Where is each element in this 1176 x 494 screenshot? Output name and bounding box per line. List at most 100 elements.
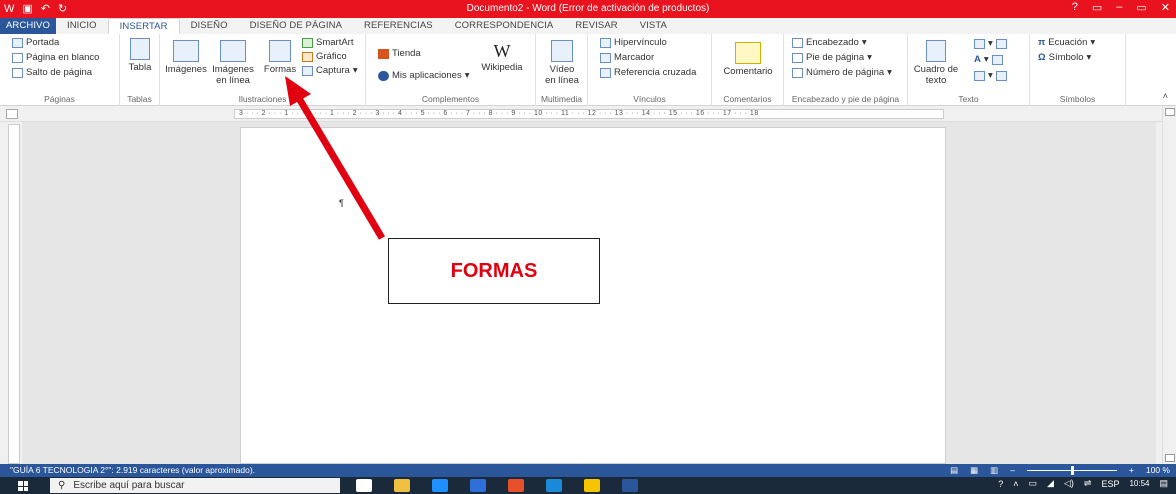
chevron-down-icon: ▾ <box>867 52 872 63</box>
store-app-icon[interactable] <box>584 479 600 492</box>
tab-revisar[interactable]: REVISAR <box>564 18 628 34</box>
word-taskbar-icon[interactable] <box>622 479 638 492</box>
simbolo-button[interactable]: Ω Símbolo ▾ <box>1038 52 1091 63</box>
zoom-in-button[interactable]: + <box>1129 464 1134 477</box>
group-label-comentarios: Comentarios <box>723 94 772 104</box>
print-layout-icon[interactable]: ▦ <box>970 464 978 477</box>
marcador-button[interactable]: Marcador <box>600 52 654 63</box>
imagenes-button[interactable]: Imágenes <box>164 40 208 75</box>
window-title: Documento2 - Word (Error de activación d… <box>466 3 710 14</box>
read-mode-icon[interactable]: ▤ <box>950 464 958 477</box>
drop-cap-button[interactable]: ▾ <box>974 70 1007 81</box>
ribbon-display-button[interactable]: ▭ <box>1092 1 1102 14</box>
quick-parts-button[interactable]: ▾ <box>974 38 1007 49</box>
online-picture-icon <box>220 40 246 62</box>
clock[interactable]: 10:54 <box>1129 479 1149 488</box>
help-tray-icon[interactable]: ? <box>998 479 1003 489</box>
wordart-button[interactable]: A ▾ <box>974 54 1003 65</box>
ecuacion-button[interactable]: π Ecuación ▾ <box>1038 37 1095 48</box>
tab-selector[interactable] <box>6 109 18 119</box>
smartart-button[interactable]: SmartArt <box>302 37 353 48</box>
notifications-icon[interactable]: ▤ <box>1159 478 1168 489</box>
store-icon <box>378 48 389 59</box>
tienda-button[interactable]: Tienda <box>378 48 421 59</box>
formas-button[interactable]: Formas <box>262 40 298 75</box>
picture-icon <box>173 40 199 62</box>
paint-icon[interactable] <box>394 479 410 492</box>
encabezado-button[interactable]: Encabezado ▾ <box>792 37 867 48</box>
web-layout-icon[interactable]: ▥ <box>990 464 998 477</box>
numero-pagina-button[interactable]: Número de página ▾ <box>792 67 892 78</box>
pagina-blanco-button[interactable]: Página en blanco <box>12 52 99 63</box>
title-bar: W ▣ ↶ ↻ Documento2 - Word (Error de acti… <box>0 0 1176 18</box>
mail-icon[interactable] <box>546 479 562 492</box>
tab-archivo[interactable]: ARCHIVO <box>0 18 56 34</box>
file-explorer-icon[interactable] <box>432 479 448 492</box>
tab-insertar[interactable]: INSERTAR <box>107 18 180 34</box>
tab-correspondencia[interactable]: CORRESPONDENCIA <box>444 18 565 34</box>
shapes-icon <box>269 40 291 62</box>
network-icon[interactable]: ◢ <box>1047 478 1054 489</box>
tab-diseno-pagina[interactable]: DISEÑO DE PÁGINA <box>239 18 353 34</box>
zoom-slider[interactable] <box>1026 466 1117 475</box>
scroll-down-icon[interactable] <box>1165 454 1175 462</box>
restore-button[interactable]: ▭ <box>1136 1 1146 14</box>
chrome-icon[interactable] <box>508 479 524 492</box>
language-indicator[interactable]: ESP <box>1101 479 1119 489</box>
chevron-up-icon[interactable]: ˄ <box>1013 479 1018 489</box>
collapse-ribbon-icon[interactable]: ˄ <box>1163 91 1168 101</box>
input-method-icon[interactable]: ⇌ <box>1084 478 1092 489</box>
group-label-complementos: Complementos <box>421 94 480 104</box>
omega-icon: Ω <box>1038 52 1046 63</box>
mis-aplicaciones-button[interactable]: Mis aplicaciones ▾ <box>378 70 469 81</box>
imagenes-linea-button[interactable]: Imágenes en línea <box>208 40 258 86</box>
battery-icon[interactable]: ▭ <box>1029 478 1038 489</box>
tab-referencias[interactable]: REFERENCIAS <box>353 18 444 34</box>
wordart-icon: A <box>974 54 981 65</box>
volume-icon[interactable]: ◁) <box>1064 478 1074 489</box>
status-right: ▤ ▦ ▥ – + 100 % <box>950 464 1170 477</box>
salto-pagina-button[interactable]: Salto de página <box>12 67 92 78</box>
help-button[interactable]: ? <box>1072 1 1078 14</box>
zoom-out-button[interactable]: – <box>1010 464 1015 477</box>
ribbon-tabs: ARCHIVO INICIO INSERTAR DISEÑO DISEÑO DE… <box>0 18 1176 34</box>
group-multimedia: Vídeo en línea Multimedia <box>536 34 588 106</box>
referencia-cruzada-button[interactable]: Referencia cruzada <box>600 67 696 78</box>
hyperlink-icon <box>600 37 611 48</box>
zoom-level[interactable]: 100 % <box>1146 464 1170 477</box>
task-view-icon[interactable] <box>356 479 372 492</box>
windows-start-icon[interactable] <box>18 481 28 491</box>
ruler-ticks[interactable]: 3 · · · 2 · · · 1 · · · ⌂ · · · 1 · · · … <box>234 109 944 119</box>
cuadro-texto-button[interactable]: Cuadro de texto <box>912 40 960 86</box>
video-linea-button[interactable]: Vídeo en línea <box>540 40 584 86</box>
group-ilustraciones: Imágenes Imágenes en línea Formas SmartAr… <box>160 34 366 106</box>
vertical-scrollbar[interactable] <box>1162 106 1176 464</box>
object-icon <box>995 70 1007 81</box>
vscode-icon[interactable] <box>470 479 486 492</box>
comentario-button[interactable]: Comentario <box>718 42 778 77</box>
wikipedia-button[interactable]: W Wikipedia <box>478 40 526 73</box>
tab-diseno[interactable]: DISEÑO <box>180 18 239 34</box>
group-label-tablas: Tablas <box>127 94 152 104</box>
text-box-icon <box>926 40 946 62</box>
status-text: "GUÍA 6 TECNOLOGIA 2°": 2.919 caracteres… <box>10 465 256 475</box>
minimize-button[interactable]: – <box>1116 1 1122 14</box>
zoom-slider-knob[interactable] <box>1070 466 1074 475</box>
chevron-down-icon: ▾ <box>988 38 993 49</box>
chevron-down-icon: ▾ <box>1090 37 1096 48</box>
taskbar-search-input[interactable]: ⚲ Escribe aquí para buscar <box>50 478 340 493</box>
chevron-down-icon: ▾ <box>1086 52 1092 63</box>
portada-button[interactable]: Portada <box>12 37 59 48</box>
group-simbolos: π Ecuación ▾ Ω Símbolo ▾ Símbolos <box>1030 34 1126 106</box>
grafico-button[interactable]: Gráfico <box>302 51 347 62</box>
vertical-ruler <box>8 124 20 464</box>
hipervinculo-button[interactable]: Hipervínculo <box>600 37 667 48</box>
close-button[interactable]: ✕ <box>1161 1 1170 14</box>
tab-inicio[interactable]: INICIO <box>56 18 108 34</box>
tab-vista[interactable]: VISTA <box>629 18 678 34</box>
pie-pagina-button[interactable]: Pie de página ▾ <box>792 52 872 63</box>
tabla-button[interactable]: Tabla <box>126 38 154 73</box>
scroll-up-icon[interactable] <box>1165 108 1175 116</box>
group-label-texto: Texto <box>958 94 979 104</box>
captura-button[interactable]: Captura ▾ <box>302 65 358 76</box>
